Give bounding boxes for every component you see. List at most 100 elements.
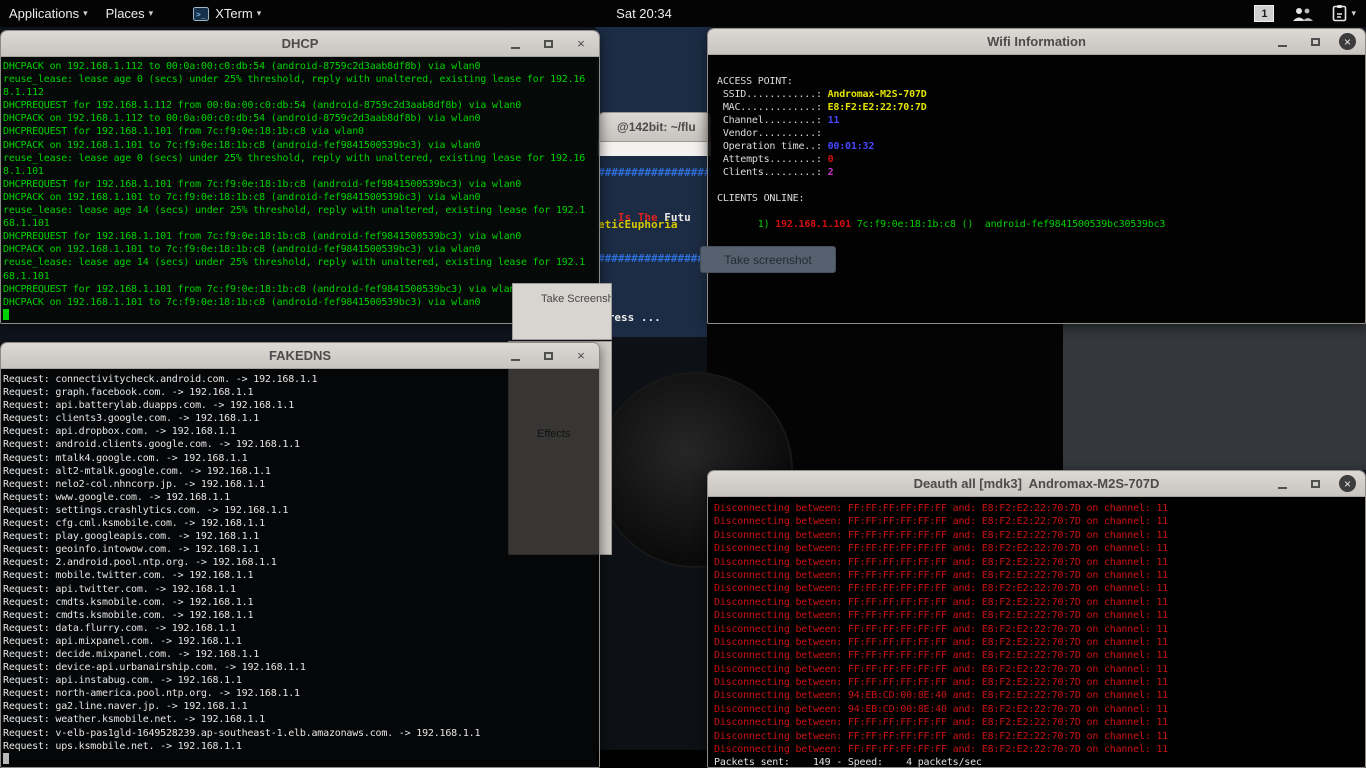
field-label: Operation time..: xyxy=(717,141,828,152)
terminal-line: reuse_lease: lease age 14 (secs) under 2… xyxy=(3,205,586,217)
minimize-button[interactable] xyxy=(506,347,524,365)
fluxion-banner-hash-top: #################### xyxy=(598,166,711,179)
terminal-line: DHCPACK on 192.168.1.112 to 00:0a:00:c0:… xyxy=(3,113,481,125)
wifi-field-line: Clients.........: 2 xyxy=(717,166,1356,179)
fluxion-banner-hash-bottom: #################### xyxy=(598,252,711,265)
terminal-lines: Request: connectivitycheck.android.com. … xyxy=(3,373,597,753)
wifi-field-line: MAC.............: E8:F2:E2:22:70:7D xyxy=(717,101,1356,114)
terminal-line: Request: api.instabug.com. -> 192.168.1.… xyxy=(3,675,242,687)
terminal-line: Request: android.clients.google.com. -> … xyxy=(3,439,300,451)
window-fakedns: FAKEDNS Request: connectivitycheck.andro… xyxy=(0,342,600,768)
maximize-button[interactable] xyxy=(1306,475,1324,493)
minimize-button[interactable] xyxy=(1273,33,1291,51)
menu-item-take-screenshot[interactable]: Take Screensho xyxy=(513,284,611,305)
maximize-icon xyxy=(1310,37,1320,46)
deauth-line: Disconnecting between: FF:FF:FF:FF:FF:FF… xyxy=(714,583,1168,595)
deauth-line: Disconnecting between: FF:FF:FF:FF:FF:FF… xyxy=(714,569,1168,581)
terminal-line: Request: api.mixpanel.com. -> 192.168.1.… xyxy=(3,635,242,647)
users-icon[interactable] xyxy=(1292,6,1314,22)
places-menu[interactable]: Places xyxy=(97,0,163,27)
titlebar[interactable]: Wifi Information xyxy=(708,29,1365,55)
terminal-output[interactable]: Disconnecting between: FF:FF:FF:FF:FF:FF… xyxy=(708,497,1365,767)
close-button[interactable] xyxy=(1339,475,1356,492)
clipboard-menu[interactable] xyxy=(1332,5,1356,22)
terminal-output[interactable]: ACCESS POINT: SSID............: Andromax… xyxy=(708,55,1365,323)
terminal-line: reuse_lease: lease age 0 (secs) under 25… xyxy=(3,152,586,164)
maximize-button[interactable] xyxy=(1306,33,1324,51)
terminal-line: Request: north-america.pool.ntp.org. -> … xyxy=(3,688,300,700)
workspace-indicator[interactable]: 1 xyxy=(1254,5,1275,22)
minimize-button[interactable] xyxy=(506,35,524,53)
field-label: SSID............: xyxy=(717,89,828,100)
terminal-lines: DHCPACK on 192.168.1.112 to 00:0a:00:c0:… xyxy=(3,60,597,309)
field-label: Vendor..........: xyxy=(717,128,828,139)
maximize-icon xyxy=(543,39,553,48)
window-deauth: Deauth all [mdk3] Andromax-M2S-707D Disc… xyxy=(707,470,1366,768)
terminal-line: 68.1.101 xyxy=(3,270,50,282)
background-terminal-menustrip xyxy=(598,142,711,156)
terminal-line: Request: device-api.urbanairship.com. ->… xyxy=(3,662,306,674)
field-value: 2 xyxy=(827,167,834,178)
terminal-output[interactable]: DHCPACK on 192.168.1.112 to 00:0a:00:c0:… xyxy=(1,57,599,323)
terminal-lines: Disconnecting between: FF:FF:FF:FF:FF:FF… xyxy=(714,502,1359,756)
minimize-icon xyxy=(510,358,520,361)
field-value: E8:F2:E2:22:70:7D xyxy=(827,102,927,113)
field-value: 00:01:32 xyxy=(827,141,875,152)
close-button[interactable] xyxy=(572,35,590,53)
terminal-line: DHCPACK on 192.168.1.101 to 7c:f9:0e:18:… xyxy=(3,139,481,151)
deauth-line: Disconnecting between: 94:EB:CD:00:8E:40… xyxy=(714,690,1168,702)
deauth-line: Disconnecting between: FF:FF:FF:FF:FF:FF… xyxy=(714,744,1168,756)
maximize-icon xyxy=(1310,479,1320,488)
titlebar[interactable]: Deauth all [mdk3] Andromax-M2S-707D xyxy=(708,471,1365,497)
minimize-button[interactable] xyxy=(1273,475,1291,493)
deauth-line: Disconnecting between: FF:FF:FF:FF:FF:FF… xyxy=(714,730,1168,742)
applications-menu[interactable]: Applications xyxy=(0,0,97,27)
terminal-cursor xyxy=(3,309,9,321)
titlebar[interactable]: DHCP xyxy=(1,31,599,57)
wifi-field-line: Channel.........: 11 xyxy=(717,114,1356,127)
terminal-line: Request: cmdts.ksmobile.com. -> 192.168.… xyxy=(3,609,254,621)
terminal-output[interactable]: Request: connectivitycheck.android.com. … xyxy=(1,369,599,767)
deauth-line: Disconnecting between: FF:FF:FF:FF:FF:FF… xyxy=(714,636,1168,648)
wifi-field-line: Attempts........: 0 xyxy=(717,153,1356,166)
clock[interactable]: Sat 20:34 xyxy=(616,6,672,21)
top-panel: Applications Places >_ XTerm Sat 20:34 1 xyxy=(0,0,1366,27)
maximize-button[interactable] xyxy=(539,347,557,365)
terminal-line: Request: nelo2-col.nhncorp.jp. -> 192.16… xyxy=(3,478,265,490)
wifi-field-line: SSID............: Andromax-M2S-707D xyxy=(717,88,1356,101)
terminal-line: Request: 2.android.pool.ntp.org. -> 192.… xyxy=(3,557,277,569)
maximize-button[interactable] xyxy=(539,35,557,53)
take-screenshot-button[interactable]: Take screenshot xyxy=(700,246,836,273)
deauth-line: Disconnecting between: FF:FF:FF:FF:FF:FF… xyxy=(714,623,1168,635)
terminal-line: reuse_lease: lease age 14 (secs) under 2… xyxy=(3,257,586,269)
terminal-line: Request: api.batterylab.duapps.com. -> 1… xyxy=(3,400,295,412)
maximize-icon xyxy=(543,351,553,360)
wallpaper-bottom-strip xyxy=(596,750,707,768)
clients-online-header: CLIENTS ONLINE: xyxy=(717,193,805,204)
svg-text:>_: >_ xyxy=(196,10,206,19)
terminal-line: DHCPREQUEST for 192.168.1.101 from 7c:f9… xyxy=(3,231,522,243)
field-label: Attempts........: xyxy=(717,154,828,165)
terminal-line: DHCPACK on 192.168.1.101 to 7c:f9:0e:18:… xyxy=(3,191,481,203)
terminal-line: Request: mobile.twitter.com. -> 192.168.… xyxy=(3,570,254,582)
context-menu-top: Take Screensho xyxy=(512,283,612,340)
deauth-line: Disconnecting between: FF:FF:FF:FF:FF:FF… xyxy=(714,650,1168,662)
deauth-line: Disconnecting between: FF:FF:FF:FF:FF:FF… xyxy=(714,677,1168,689)
wallpaper-fluxion-window xyxy=(596,27,711,337)
terminal-line: Request: settings.crashlytics.com. -> 19… xyxy=(3,504,289,516)
terminal-line: Request: ups.ksmobile.net. -> 192.168.1.… xyxy=(3,740,242,752)
client-row: 1) 192.168.1.101 7c:f9:0e:18:1b:c8 () an… xyxy=(717,205,1356,230)
deauth-line: Disconnecting between: FF:FF:FF:FF:FF:FF… xyxy=(714,596,1168,608)
access-point-header: ACCESS POINT: xyxy=(717,76,793,87)
field-label: Clients.........: xyxy=(717,167,828,178)
close-button[interactable] xyxy=(572,347,590,365)
close-button[interactable] xyxy=(1339,33,1356,50)
terminal-line: Request: connectivitycheck.android.com. … xyxy=(3,374,318,385)
chevron-down-icon xyxy=(149,8,154,19)
terminal-line: 68.1.101 xyxy=(3,218,50,230)
terminal-line: Request: v-elb-pas1gld-1649528239.ap-sou… xyxy=(3,727,481,739)
xterm-menu[interactable]: >_ XTerm xyxy=(184,0,270,27)
background-terminal-titlebar[interactable]: @142bit: ~/flu xyxy=(598,112,711,142)
titlebar[interactable]: FAKEDNS xyxy=(1,343,599,369)
terminal-line: Request: api.twitter.com. -> 192.168.1.1 xyxy=(3,583,236,595)
